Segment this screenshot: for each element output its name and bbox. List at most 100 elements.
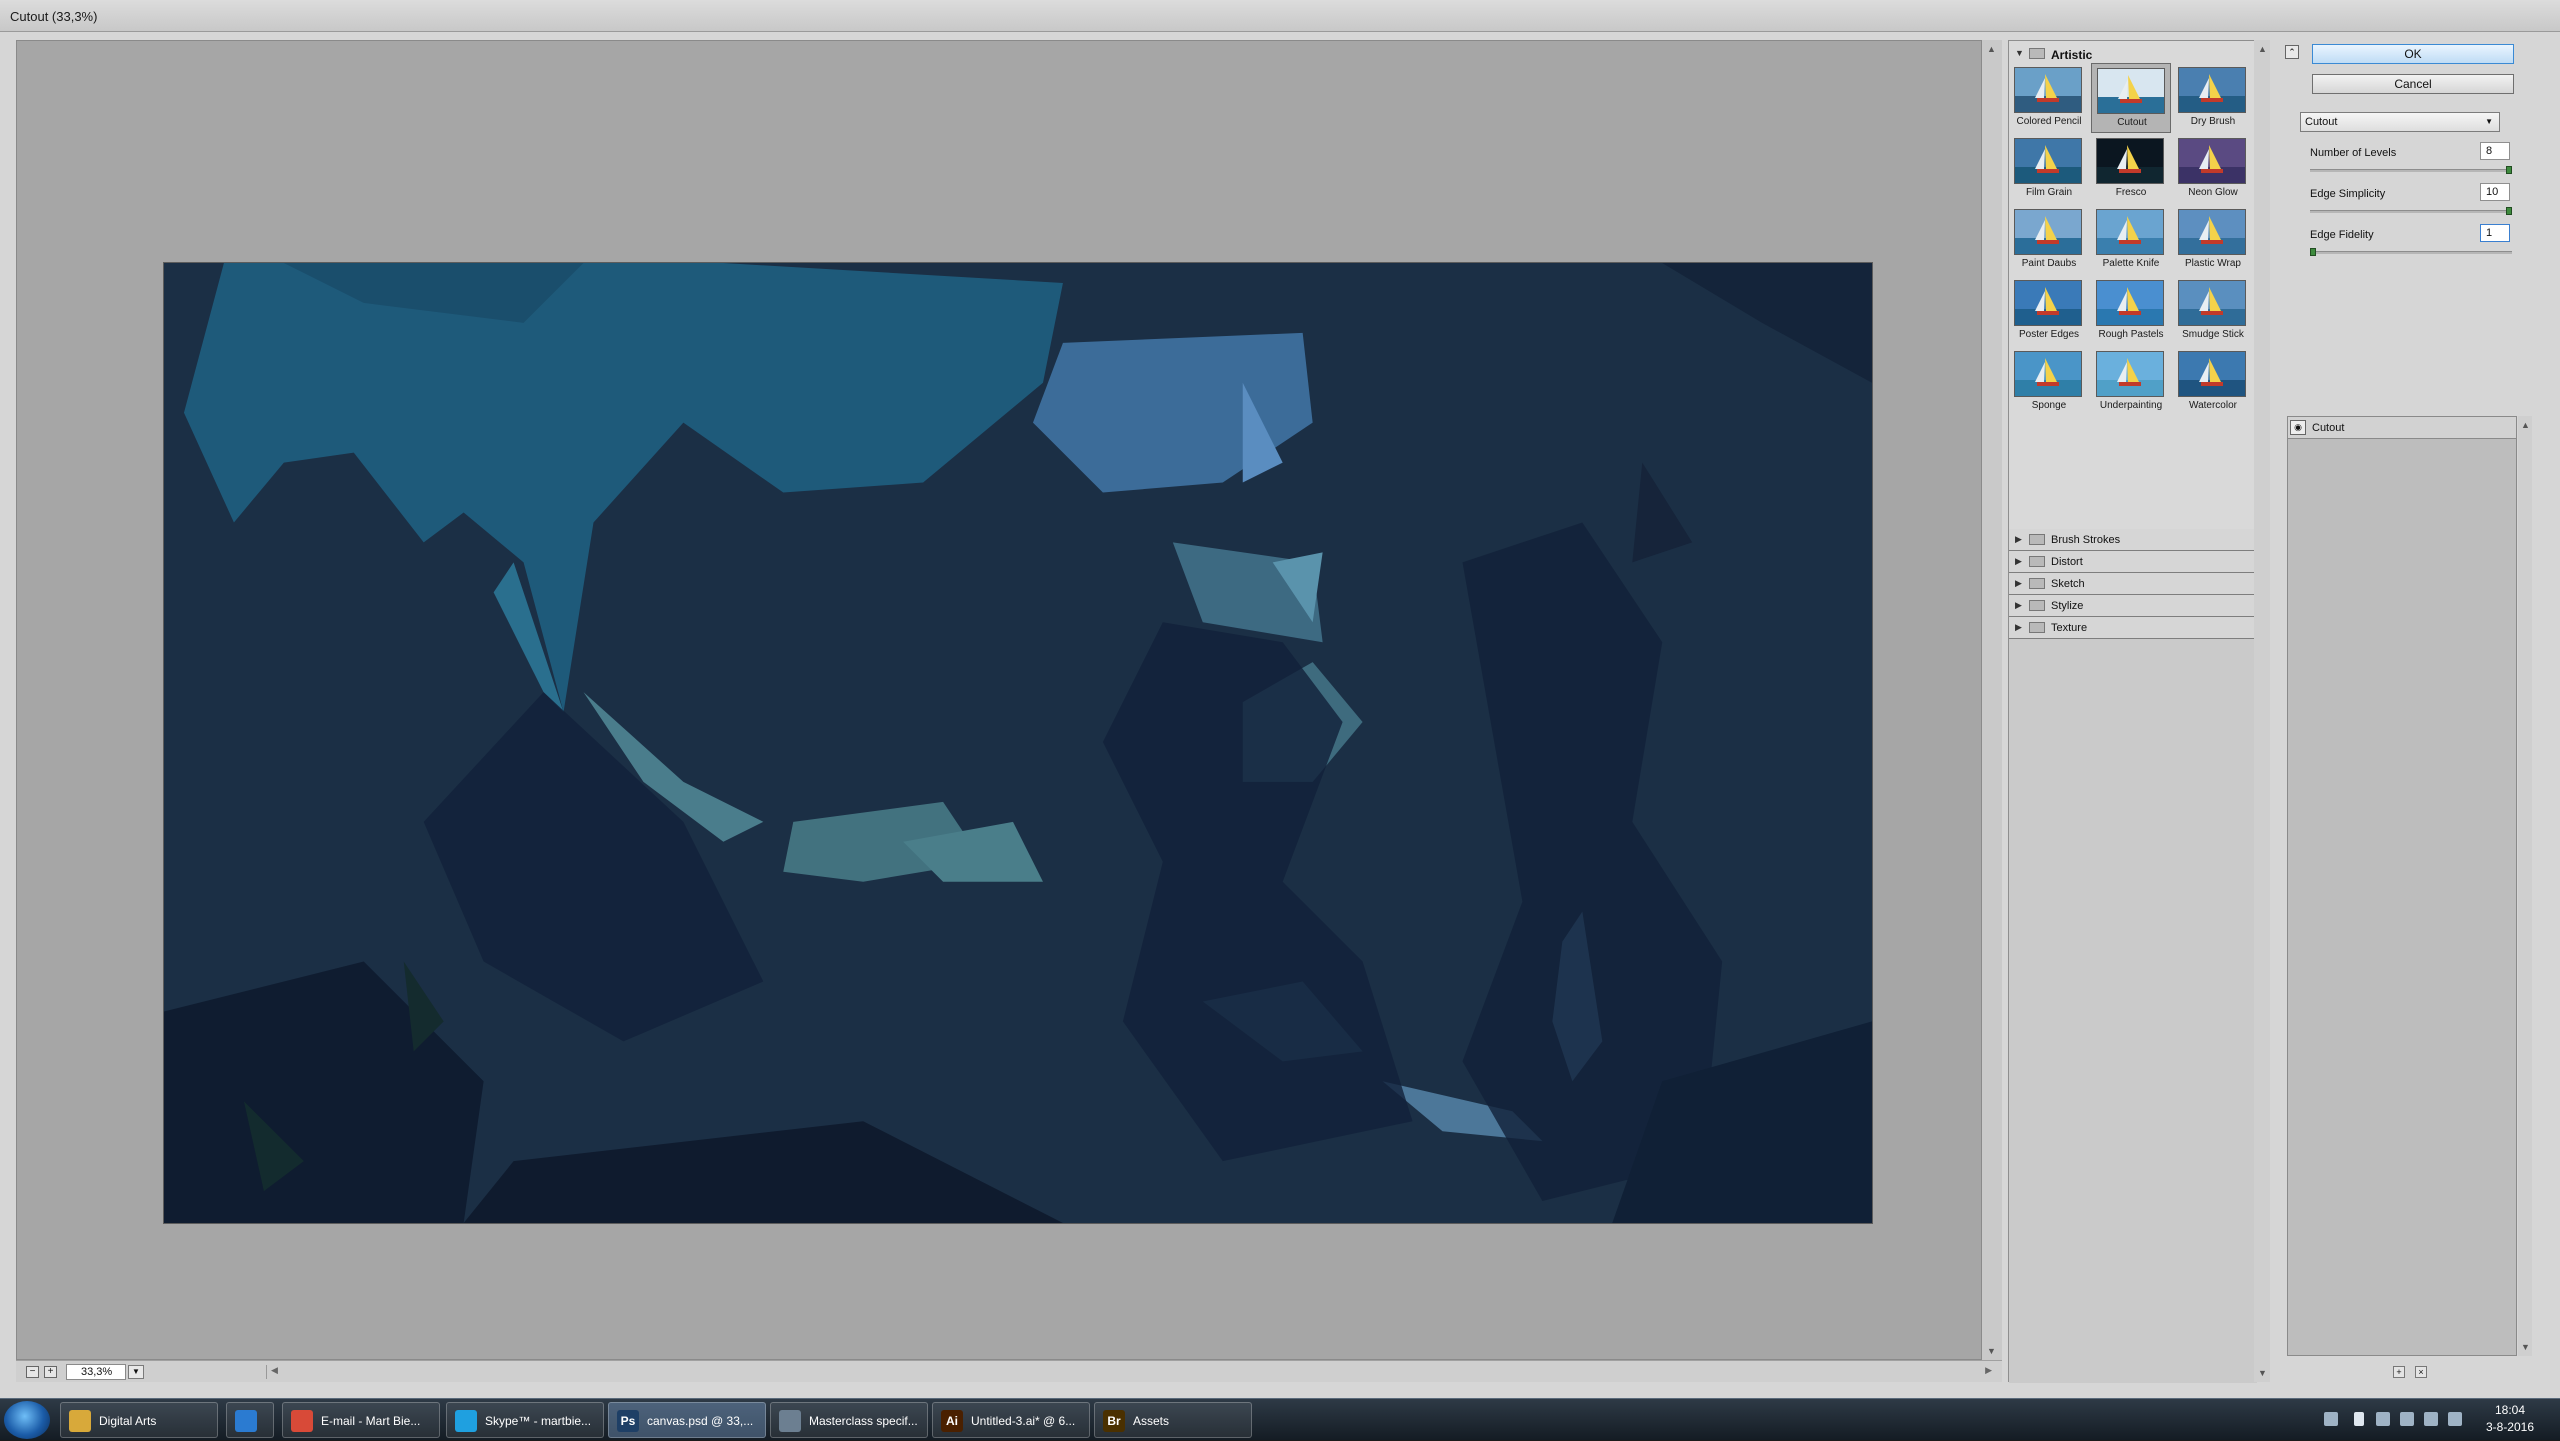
number-of-levels-slider[interactable]	[2310, 169, 2512, 172]
window-title: Cutout (33,3%)	[10, 9, 98, 24]
taskbar-item[interactable]: Ps canvas.psd @ 33,...	[608, 1402, 766, 1438]
show-hidden-icons-icon[interactable]	[2354, 1412, 2364, 1426]
filter-thumbnail-dry-brush[interactable]: Dry Brush	[2173, 63, 2253, 133]
collapsed-triangle-icon[interactable]: ▶	[2015, 534, 2022, 545]
category-brush-strokes[interactable]: ▶ Brush Strokes	[2009, 529, 2257, 551]
preview-vertical-scrollbar[interactable]: ▲ ▼	[1982, 40, 2002, 1360]
scroll-down-arrow-icon[interactable]: ▼	[1987, 1346, 1996, 1356]
power-icon[interactable]	[2424, 1412, 2438, 1426]
number-of-levels-field[interactable]: 8	[2480, 142, 2510, 160]
zoom-in-icon[interactable]: +	[44, 1366, 57, 1378]
collapsed-triangle-icon[interactable]: ▶	[2015, 600, 2022, 611]
gallery-scrollbar[interactable]: ▲ ▼	[2254, 40, 2270, 1382]
param-label: Edge Fidelity	[2310, 229, 2374, 241]
param-number-of-levels: Number of Levels 8	[2310, 142, 2512, 178]
filter-gallery-panel: ▼ Artistic Colored Pencil Cutout Dry Brush…	[2008, 40, 2257, 1383]
taskbar-item[interactable]: Digital Arts	[60, 1402, 218, 1438]
filter-thumbnail-film-grain[interactable]: Film Grain	[2009, 134, 2089, 204]
category-distort[interactable]: ▶ Distort	[2009, 551, 2257, 573]
scroll-right-arrow-icon[interactable]: ▶	[1985, 1365, 1992, 1376]
delete-effect-layer-icon[interactable]: ×	[2415, 1366, 2427, 1378]
scroll-up-arrow-icon[interactable]: ▲	[1987, 44, 1996, 54]
thumbnail-label: Fresco	[2115, 187, 2147, 198]
taskbar-item[interactable]: Br Assets	[1094, 1402, 1252, 1438]
scroll-down-arrow-icon[interactable]: ▼	[2258, 1368, 2267, 1378]
filter-thumbnail-neon-glow[interactable]: Neon Glow	[2173, 134, 2253, 204]
scroll-up-arrow-icon[interactable]: ▲	[2521, 420, 2530, 430]
preview-horizontal-scrollbar[interactable]: ◀ ▶	[266, 1365, 1996, 1379]
layers-scrollbar[interactable]: ▲ ▼	[2518, 416, 2532, 1356]
slider-handle[interactable]	[2310, 248, 2316, 256]
document-icon	[779, 1410, 801, 1432]
chrome-icon	[291, 1410, 313, 1432]
filter-select[interactable]: Cutout ▼	[2300, 112, 2500, 132]
taskbar-item[interactable]: Skype™ - martbie...	[446, 1402, 604, 1438]
thumbnail-label: Paint Daubs	[2021, 258, 2077, 269]
skype-icon	[455, 1410, 477, 1432]
category-texture[interactable]: ▶ Texture	[2009, 617, 2257, 639]
zoom-dropdown-icon[interactable]: ▼	[128, 1365, 144, 1379]
taskbar-item[interactable]: Ai Untitled-3.ai* @ 6...	[932, 1402, 1090, 1438]
filter-thumbnail-paint-daubs[interactable]: Paint Daubs	[2009, 205, 2089, 275]
filter-thumbnail-colored-pencil[interactable]: Colored Pencil	[2009, 63, 2089, 133]
collapsed-triangle-icon[interactable]: ▶	[2015, 622, 2022, 633]
edge-simplicity-field[interactable]: 10	[2480, 183, 2510, 201]
zoom-out-icon[interactable]: −	[26, 1366, 39, 1378]
edge-fidelity-field[interactable]: 1	[2480, 224, 2510, 242]
filter-thumbnail-sponge[interactable]: Sponge	[2009, 347, 2089, 417]
collapsed-triangle-icon[interactable]: ▶	[2015, 556, 2022, 567]
expanded-triangle-icon[interactable]: ▼	[2015, 48, 2024, 58]
folder-icon	[2029, 48, 2045, 59]
preview-area[interactable]	[16, 40, 1982, 1360]
taskbar-item[interactable]: E-mail - Mart Bie...	[282, 1402, 440, 1438]
filter-thumbnail-cutout[interactable]: Cutout	[2091, 63, 2171, 133]
cancel-button[interactable]: Cancel	[2312, 74, 2514, 94]
param-label: Edge Simplicity	[2310, 188, 2386, 200]
ok-button[interactable]: OK	[2312, 44, 2514, 64]
thumbnail-label: Plastic Wrap	[2185, 258, 2241, 269]
tray-icon[interactable]	[2324, 1412, 2338, 1426]
taskbar-item-label: canvas.psd @ 33,...	[647, 1414, 754, 1428]
edge-simplicity-slider[interactable]	[2310, 210, 2512, 213]
scroll-down-arrow-icon[interactable]: ▼	[2521, 1342, 2530, 1352]
new-effect-layer-icon[interactable]: +	[2393, 1366, 2405, 1378]
filter-thumbnail-fresco[interactable]: Fresco	[2091, 134, 2171, 204]
eye-icon[interactable]: ◉	[2290, 420, 2306, 435]
category-label: Stylize	[2051, 600, 2084, 612]
param-edge-fidelity: Edge Fidelity 1	[2310, 224, 2512, 260]
edge-fidelity-slider[interactable]	[2310, 251, 2512, 254]
category-sketch[interactable]: ▶ Sketch	[2009, 573, 2257, 595]
category-label: Distort	[2051, 556, 2083, 568]
clock-date[interactable]: 3-8-2016	[2480, 1420, 2540, 1434]
scroll-left-arrow-icon[interactable]: ◀	[271, 1365, 278, 1376]
clock-time[interactable]: 18:04	[2480, 1403, 2540, 1417]
thumbnail-image	[2014, 209, 2082, 255]
slider-handle[interactable]	[2506, 207, 2512, 215]
filter-thumbnail-plastic-wrap[interactable]: Plastic Wrap	[2173, 205, 2253, 275]
filter-thumbnail-watercolor[interactable]: Watercolor	[2173, 347, 2253, 417]
filter-thumbnail-palette-knife[interactable]: Palette Knife	[2091, 205, 2171, 275]
collapse-gallery-icon[interactable]: ⌃	[2285, 45, 2299, 59]
filter-thumbnail-rough-pastels[interactable]: Rough Pastels	[2091, 276, 2171, 346]
scroll-up-arrow-icon[interactable]: ▲	[2258, 44, 2267, 54]
filter-thumbnail-poster-edges[interactable]: Poster Edges	[2009, 276, 2089, 346]
effect-layer-row[interactable]: ◉ Cutout	[2288, 417, 2516, 439]
start-button[interactable]	[4, 1401, 50, 1439]
collapsed-triangle-icon[interactable]: ▶	[2015, 578, 2022, 589]
zoom-level-field[interactable]: 33,3%	[66, 1364, 126, 1380]
filter-thumbnail-smudge-stick[interactable]: Smudge Stick	[2173, 276, 2253, 346]
flag-icon[interactable]	[2400, 1412, 2414, 1426]
category-label: Sketch	[2051, 578, 2085, 590]
category-list: ▶ Brush Strokes ▶ Distort ▶ Sketch ▶ Sty…	[2009, 529, 2257, 1383]
taskbar-item-label: Digital Arts	[99, 1414, 157, 1428]
network-icon[interactable]	[2376, 1412, 2390, 1426]
taskbar-item[interactable]: Masterclass specif...	[770, 1402, 928, 1438]
volume-icon[interactable]	[2448, 1412, 2462, 1426]
category-stylize[interactable]: ▶ Stylize	[2009, 595, 2257, 617]
slider-handle[interactable]	[2506, 166, 2512, 174]
category-artistic[interactable]: ▼ Artistic	[2009, 43, 2257, 65]
taskbar-item[interactable]	[226, 1402, 274, 1438]
preview-image[interactable]	[163, 262, 1873, 1224]
filter-thumbnail-underpainting[interactable]: Underpainting	[2091, 347, 2171, 417]
ccleaner-icon	[235, 1410, 257, 1432]
